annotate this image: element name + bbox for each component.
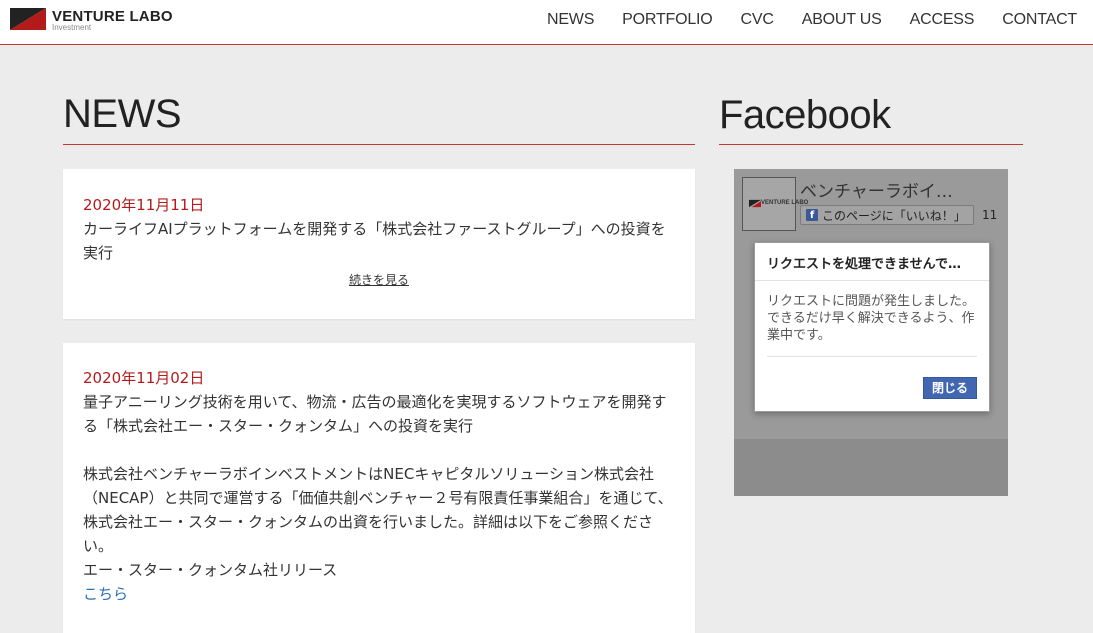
main-nav: NEWS PORTFOLIO CVC ABOUT US ACCESS CONTA… <box>519 11 1077 29</box>
dialog-title: リクエストを処理できませんで… <box>755 243 989 281</box>
read-more-link[interactable]: 続きを見る <box>83 271 675 288</box>
news-card: 2020年11月02日 量子アニーリング技術を用いて、物流・広告の最適化を実現す… <box>63 343 695 633</box>
site-logo[interactable]: VENTURE LABO Investment <box>10 8 185 36</box>
dialog-divider <box>767 356 977 357</box>
dialog-message: リクエストに問題が発生しました。できるだけ早く解決できるよう、作業中です。 <box>767 294 976 343</box>
site-header: VENTURE LABO Investment NEWS PORTFOLIO C… <box>0 0 1093 45</box>
news-title: カーライフAIプラットフォームを開発する「株式会社ファーストグループ」への投資を… <box>83 220 666 262</box>
logo-subtitle: Investment <box>52 23 92 32</box>
error-dialog: リクエストを処理できませんで… リクエストに問題が発生しました。できるだけ早く解… <box>754 242 990 412</box>
nav-contact[interactable]: CONTACT <box>1002 11 1077 29</box>
facebook-page-thumbnail[interactable]: VENTURE LABO <box>742 177 808 231</box>
release-link[interactable]: こちら <box>83 582 675 606</box>
nav-about-us[interactable]: ABOUT US <box>802 11 882 29</box>
news-heading-divider <box>63 144 695 145</box>
news-heading: NEWS <box>63 92 182 136</box>
facebook-like-button[interactable]: f このページに「いいね！」 <box>800 205 974 225</box>
facebook-f-icon: f <box>806 209 818 221</box>
facebook-heading: Facebook <box>719 93 891 137</box>
close-button[interactable]: 閉じる <box>923 377 977 399</box>
news-date: 2020年11月11日 <box>83 196 205 214</box>
like-button-label: このページに「いいね！」 <box>822 208 966 223</box>
nav-cvc[interactable]: CVC <box>741 11 774 29</box>
news-date: 2020年11月02日 <box>83 369 205 387</box>
facebook-heading-divider <box>719 144 1023 145</box>
facebook-page-name[interactable]: ベンチャーラボイ… <box>800 177 953 202</box>
nav-portfolio[interactable]: PORTFOLIO <box>622 11 713 29</box>
news-body: 株式会社ベンチャーラボインベストメントはNECキャピタルソリューション株式会社（… <box>83 465 673 555</box>
venture-labo-logo-icon <box>10 8 46 30</box>
news-title: 量子アニーリング技術を用いて、物流・広告の最適化を実現するソフトウェアを開発する… <box>83 393 667 435</box>
venture-labo-logo-icon <box>749 199 761 208</box>
news-card: 2020年11月11日 カーライフAIプラットフォームを開発する「株式会社ファー… <box>63 169 695 319</box>
like-count: 11 <box>982 208 998 222</box>
news-release-label: エー・スター・クォンタム社リリース <box>83 561 338 579</box>
nav-news[interactable]: NEWS <box>547 11 594 29</box>
nav-access[interactable]: ACCESS <box>910 11 975 29</box>
